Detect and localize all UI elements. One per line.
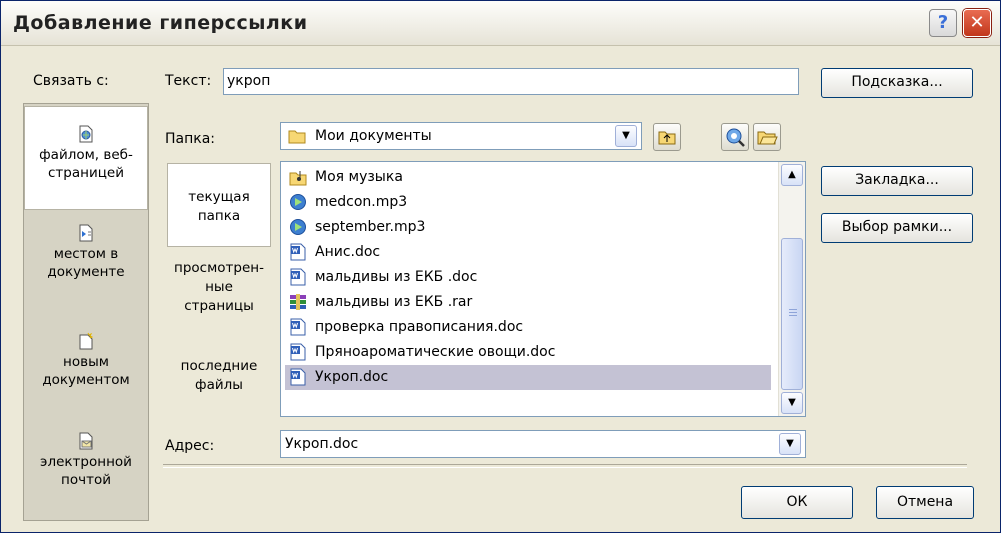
grip-icon <box>789 309 797 317</box>
help-button[interactable]: ? <box>929 9 957 37</box>
divider <box>163 464 967 468</box>
place-label: последние файлы <box>180 358 258 393</box>
music-folder-icon <box>289 171 307 186</box>
close-button[interactable]: ✕ <box>963 9 991 37</box>
places-bar: текущая папка просмотрен- ные страницы п… <box>163 161 277 417</box>
web-page-icon <box>79 125 93 143</box>
word-doc-icon <box>290 343 306 361</box>
word-doc-icon <box>290 243 306 261</box>
rar-archive-icon <box>290 294 306 310</box>
place-label: текущая папка <box>188 189 250 224</box>
file-name: Анис.doc <box>315 244 381 260</box>
file-name: мальдивы из ЕКБ .rar <box>315 294 473 310</box>
file-list-scrollbar[interactable]: ▲ ▼ <box>778 162 805 416</box>
list-item[interactable]: medcon.mp3 <box>285 190 771 215</box>
file-name: september.mp3 <box>315 219 426 235</box>
bookmark-button[interactable]: Закладка... <box>821 166 973 196</box>
folder-value: Мои документы <box>315 128 432 144</box>
link-to-label: Связать с: <box>33 73 109 89</box>
link-to-bar: файлом, веб- страницей местом в документ… <box>23 103 149 521</box>
text-input-value: укроп <box>227 73 271 89</box>
up-one-folder-button[interactable] <box>653 123 681 151</box>
file-name: проверка правописания.doc <box>315 319 524 335</box>
screen-tip-button[interactable]: Подсказка... <box>821 68 973 98</box>
file-name: medcon.mp3 <box>315 194 408 210</box>
file-name: мальдивы из ЕКБ .doc <box>315 269 478 285</box>
place-current-folder[interactable]: текущая папка <box>167 163 271 247</box>
folder-combo[interactable]: Мои документы ▼ <box>280 122 642 150</box>
word-doc-icon <box>290 318 306 336</box>
link-item-label: новым документом <box>42 354 130 388</box>
list-item[interactable]: Пряноароматические овощи.doc <box>285 340 771 365</box>
mp3-file-icon <box>290 219 306 235</box>
file-name: Моя музыка <box>315 169 403 185</box>
list-item-selected[interactable]: Укроп.doc <box>285 365 771 390</box>
open-folder-icon <box>757 131 778 145</box>
file-list[interactable]: Моя музыка medcon.mp3 september.mp3 Анис… <box>280 161 806 417</box>
place-in-document-icon <box>79 224 93 242</box>
folder-dropdown-arrow[interactable]: ▼ <box>615 125 637 147</box>
place-browsed-pages[interactable]: просмотрен- ные страницы <box>167 259 271 339</box>
mp3-file-icon <box>290 194 306 210</box>
scroll-up-button[interactable]: ▲ <box>781 164 803 186</box>
email-icon <box>79 432 93 450</box>
address-label: Адрес: <box>165 438 215 454</box>
list-item[interactable]: september.mp3 <box>285 215 771 240</box>
list-item[interactable]: мальдивы из ЕКБ .rar <box>285 290 771 315</box>
folder-icon <box>288 130 306 144</box>
browse-web-icon <box>726 128 745 147</box>
link-new-document[interactable]: новым документом <box>24 328 148 422</box>
link-item-label: файлом, веб- страницей <box>39 147 133 181</box>
target-frame-button[interactable]: Выбор рамки... <box>821 213 973 243</box>
folder-up-icon <box>658 131 676 145</box>
address-combo[interactable]: Укроп.doc ▼ <box>280 430 806 458</box>
text-input[interactable]: укроп <box>223 68 799 95</box>
browse-file-button[interactable] <box>753 123 781 151</box>
ok-button[interactable]: ОК <box>741 486 853 519</box>
cancel-button[interactable]: Отмена <box>876 486 974 519</box>
link-existing-file-or-web[interactable]: файлом, веб- страницей <box>24 106 148 210</box>
list-item[interactable]: Анис.doc <box>285 240 771 265</box>
browse-web-button[interactable] <box>721 123 749 151</box>
title-bar: Добавление гиперссылки ? ✕ <box>1 1 1000 46</box>
place-recent-files[interactable]: последние файлы <box>167 357 271 407</box>
address-dropdown-arrow[interactable]: ▼ <box>779 433 801 455</box>
list-item[interactable]: проверка правописания.doc <box>285 315 771 340</box>
hyperlink-dialog: Добавление гиперссылки ? ✕ Связать с: фа… <box>0 0 1001 533</box>
scroll-thumb[interactable] <box>781 238 803 390</box>
word-doc-icon <box>290 268 306 286</box>
text-label: Текст: <box>165 73 212 89</box>
link-email-address[interactable]: электронной почтой <box>24 432 148 520</box>
list-item[interactable]: мальдивы из ЕКБ .doc <box>285 265 771 290</box>
file-name: Укроп.doc <box>315 369 389 385</box>
link-item-label: местом в документе <box>47 246 125 280</box>
word-doc-icon <box>290 368 306 386</box>
scroll-down-button[interactable]: ▼ <box>781 392 803 414</box>
list-item[interactable]: Моя музыка <box>285 165 771 190</box>
link-place-in-document[interactable]: местом в документе <box>24 222 148 318</box>
link-item-label: электронной почтой <box>40 454 132 488</box>
file-name: Пряноароматические овощи.doc <box>315 344 556 360</box>
folder-label: Папка: <box>165 131 216 147</box>
dialog-title: Добавление гиперссылки <box>13 12 308 34</box>
new-document-icon <box>79 332 94 350</box>
place-label: просмотрен- ные страницы <box>174 260 264 314</box>
address-value: Укроп.doc <box>285 436 359 452</box>
